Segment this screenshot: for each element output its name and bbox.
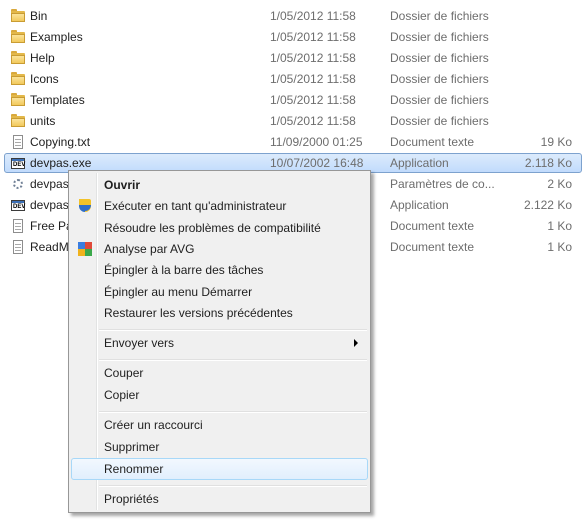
file-type: Application — [390, 198, 449, 212]
file-name: devpas.exe — [30, 156, 92, 170]
menu-item-run-as-admin[interactable]: Exécuter en tant qu'administrateur — [71, 195, 368, 217]
menu-item-label: Analyse par AVG — [104, 242, 195, 256]
folder-icon — [10, 8, 26, 24]
menu-item-label: Exécuter en tant qu'administrateur — [104, 199, 287, 213]
file-type: Dossier de fichiers — [390, 72, 489, 86]
menu-item-label: Épingler à la barre des tâches — [104, 263, 264, 277]
menu-item-label: Restaurer les versions précédentes — [104, 306, 293, 320]
text-file-icon — [10, 218, 26, 234]
file-name: Free Pa — [30, 219, 73, 233]
folder-icon — [10, 92, 26, 108]
file-row[interactable]: Examples 1/05/2012 11:58 Dossier de fich… — [4, 27, 582, 47]
menu-item-label: Envoyer vers — [104, 336, 175, 350]
settings-file-icon — [10, 176, 26, 192]
menu-item-properties[interactable]: Propriétés — [71, 488, 368, 510]
file-name: devpas — [30, 198, 69, 212]
file-type: Paramètres de co... — [390, 177, 495, 191]
file-name: units — [30, 114, 56, 128]
file-date: 1/05/2012 11:58 — [270, 30, 356, 44]
file-name: Copying.txt — [30, 135, 91, 149]
file-type: Application — [390, 156, 449, 170]
file-date: 10/07/2002 16:48 — [270, 156, 364, 170]
menu-item-create-shortcut[interactable]: Créer un raccourci — [71, 414, 368, 436]
file-date: 1/05/2012 11:58 — [270, 9, 356, 23]
file-row[interactable]: Icons 1/05/2012 11:58 Dossier de fichier… — [4, 69, 582, 89]
file-row[interactable]: Copying.txt 11/09/2000 01:25 Document te… — [4, 132, 582, 152]
folder-icon — [10, 50, 26, 66]
file-size: 19 Ko — [540, 135, 572, 149]
file-name: devpas — [30, 177, 69, 191]
file-size: 2 Ko — [547, 177, 572, 191]
uac-shield-icon — [77, 198, 93, 214]
menu-item-label: Supprimer — [104, 440, 160, 454]
menu-item-pin-start[interactable]: Épingler au menu Démarrer — [71, 281, 368, 303]
menu-item-rename[interactable]: Renommer — [71, 458, 368, 480]
file-name: Icons — [30, 72, 59, 86]
menu-item-label: Propriétés — [104, 492, 159, 506]
file-type: Document texte — [390, 219, 475, 233]
file-name: Examples — [30, 30, 83, 44]
menu-item-label: Créer un raccourci — [104, 418, 203, 432]
menu-item-send-to[interactable]: Envoyer vers — [71, 332, 368, 354]
menu-separator — [99, 359, 367, 361]
file-type: Dossier de fichiers — [390, 114, 489, 128]
file-size: 1 Ko — [547, 219, 572, 233]
file-type: Document texte — [390, 135, 475, 149]
file-name: Help — [30, 51, 55, 65]
file-row[interactable]: Bin 1/05/2012 11:58 Dossier de fichiers — [4, 6, 582, 26]
menu-item-avg-scan[interactable]: Analyse par AVG — [71, 238, 368, 260]
menu-item-troubleshoot-compatibility[interactable]: Résoudre les problèmes de compatibilité — [71, 217, 368, 239]
menu-item-label: Épingler au menu Démarrer — [104, 285, 253, 299]
avg-icon — [77, 241, 93, 257]
menu-item-label: Copier — [104, 388, 140, 402]
menu-separator — [99, 411, 367, 413]
file-type: Dossier de fichiers — [390, 30, 489, 44]
file-date: 1/05/2012 11:58 — [270, 114, 356, 128]
menu-separator — [99, 329, 367, 331]
file-size: 2.122 Ko — [523, 198, 572, 212]
menu-item-pin-taskbar[interactable]: Épingler à la barre des tâches — [71, 259, 368, 281]
file-name: Templates — [30, 93, 85, 107]
menu-item-cut[interactable]: Couper — [71, 362, 368, 384]
file-name: Bin — [30, 9, 48, 23]
file-name: ReadM — [30, 240, 69, 254]
menu-item-label: Résoudre les problèmes de compatibilité — [104, 221, 321, 235]
file-type: Document texte — [390, 240, 475, 254]
menu-item-delete[interactable]: Supprimer — [71, 436, 368, 458]
menu-item-restore-versions[interactable]: Restaurer les versions précédentes — [71, 302, 368, 324]
context-menu: Ouvrir Exécuter en tant qu'administrateu… — [68, 170, 371, 513]
file-type: Dossier de fichiers — [390, 9, 489, 23]
file-row[interactable]: Help 1/05/2012 11:58 Dossier de fichiers — [4, 48, 582, 68]
file-date: 1/05/2012 11:58 — [270, 51, 356, 65]
menu-separator — [99, 485, 367, 487]
submenu-arrow-icon — [354, 339, 358, 347]
file-type: Dossier de fichiers — [390, 51, 489, 65]
text-file-icon — [10, 134, 26, 150]
file-date: 1/05/2012 11:58 — [270, 93, 356, 107]
menu-item-open[interactable]: Ouvrir — [71, 174, 368, 196]
file-size: 2.118 Ko — [524, 156, 572, 170]
file-size: 1 Ko — [547, 240, 572, 254]
menu-item-label: Renommer — [104, 462, 164, 476]
menu-item-label: Ouvrir — [104, 178, 141, 192]
file-date: 1/05/2012 11:58 — [270, 72, 356, 86]
folder-icon — [10, 113, 26, 129]
menu-item-label: Couper — [104, 366, 144, 380]
text-file-icon — [10, 239, 26, 255]
folder-icon — [10, 71, 26, 87]
file-row[interactable]: units 1/05/2012 11:58 Dossier de fichier… — [4, 111, 582, 131]
menu-item-copy[interactable]: Copier — [71, 384, 368, 406]
folder-icon — [10, 29, 26, 45]
exe-icon: DEV — [10, 155, 26, 171]
file-date: 11/09/2000 01:25 — [270, 135, 363, 149]
file-row[interactable]: Templates 1/05/2012 11:58 Dossier de fic… — [4, 90, 582, 110]
exe-icon: DEV — [10, 197, 26, 213]
file-type: Dossier de fichiers — [390, 93, 489, 107]
